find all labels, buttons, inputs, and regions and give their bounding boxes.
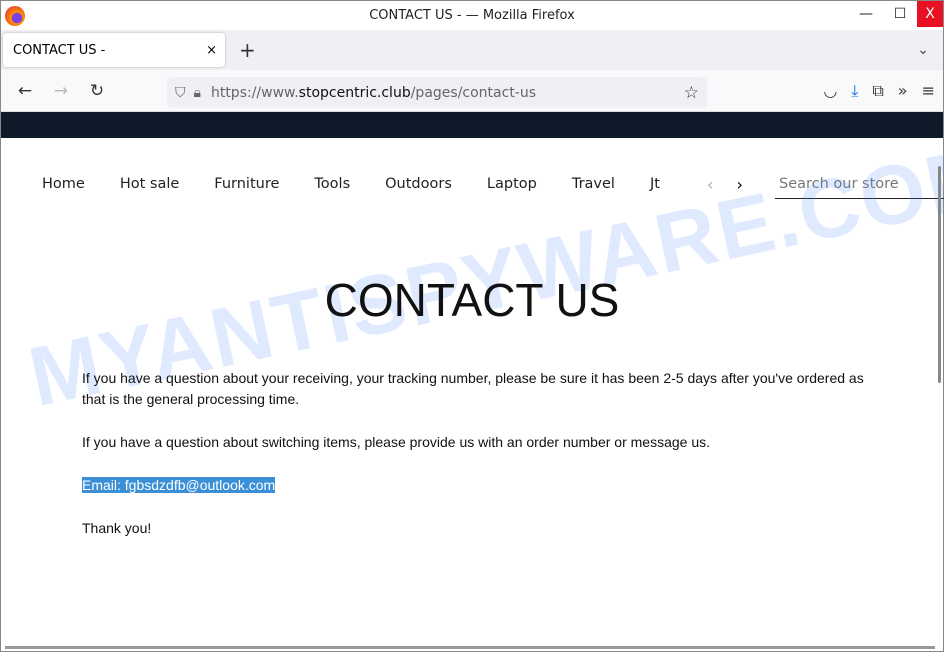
paragraph-switching: If you have a question about switching i… xyxy=(82,434,711,450)
menu-item-hot-sale[interactable]: Hot sale xyxy=(120,176,179,192)
window-title: CONTACT US - — Mozilla Firefox xyxy=(369,8,575,23)
menu-prev-icon[interactable]: ‹ xyxy=(707,175,713,194)
lock-icon[interactable]: 🔒︎ xyxy=(194,85,201,101)
search-input[interactable]: Search our store xyxy=(775,176,944,199)
pocket-icon[interactable]: ◡ xyxy=(823,81,837,101)
url-prefix: https://www. xyxy=(210,84,299,101)
thanks-text: Thank you! xyxy=(82,520,152,536)
url-domain: stopcentric.club xyxy=(298,84,411,101)
forward-button[interactable]: → xyxy=(43,81,79,101)
menu-item-laptop[interactable]: Laptop xyxy=(487,176,537,192)
tab-bar: CONTACT US - × + ⌄ xyxy=(1,30,943,70)
url-bar[interactable]: ⛉ 🔒︎ https://www. stopcentric.club/pages/… xyxy=(167,77,707,108)
paragraph-tracking: If you have a question about your receiv… xyxy=(82,370,864,407)
menu-item-truncated[interactable]: Jt xyxy=(650,176,660,192)
tab-label: CONTACT US - xyxy=(13,42,106,58)
menu-item-tools[interactable]: Tools xyxy=(314,176,350,192)
close-tab-icon[interactable]: × xyxy=(206,43,217,58)
horizontal-scrollbar[interactable] xyxy=(5,646,935,649)
download-icon[interactable]: ⤓ xyxy=(851,81,858,101)
vertical-scrollbar[interactable] xyxy=(938,166,941,383)
app-menu-icon[interactable]: ≡ xyxy=(922,81,935,101)
menu-item-home[interactable]: Home xyxy=(42,176,85,192)
reload-button[interactable]: ↻ xyxy=(79,81,115,101)
list-tabs-chevron-icon[interactable]: ⌄ xyxy=(917,42,929,58)
menu-item-travel[interactable]: Travel xyxy=(572,176,615,192)
close-window-button[interactable]: X xyxy=(917,1,943,27)
title-bar: CONTACT US - — Mozilla Firefox — ☐ X xyxy=(1,1,943,30)
contact-content: If you have a question about your receiv… xyxy=(82,368,872,561)
shield-icon[interactable]: ⛉ xyxy=(175,85,186,101)
tab-contact-us[interactable]: CONTACT US - × xyxy=(3,33,225,67)
extensions-icon[interactable]: ⧉ xyxy=(872,81,883,101)
new-tab-button[interactable]: + xyxy=(239,38,256,62)
back-button[interactable]: ← xyxy=(7,81,43,101)
minimize-button[interactable]: — xyxy=(849,1,883,27)
menu-next-icon[interactable]: › xyxy=(737,175,743,194)
bookmark-star-icon[interactable]: ☆ xyxy=(684,83,699,103)
maximize-button[interactable]: ☐ xyxy=(883,1,917,27)
menu-item-outdoors[interactable]: Outdoors xyxy=(385,176,452,192)
email-text[interactable]: Email: fgbsdzdfb@outlook.com xyxy=(82,477,276,493)
url-path: /pages/contact-us xyxy=(410,84,537,101)
page-title: CONTACT US xyxy=(324,274,620,326)
menu-item-furniture[interactable]: Furniture xyxy=(214,176,279,192)
more-tools-icon[interactable]: » xyxy=(898,81,908,101)
announcement-bar xyxy=(1,112,943,138)
site-menu: Home Hot sale Furniture Tools Outdoors L… xyxy=(42,176,695,192)
